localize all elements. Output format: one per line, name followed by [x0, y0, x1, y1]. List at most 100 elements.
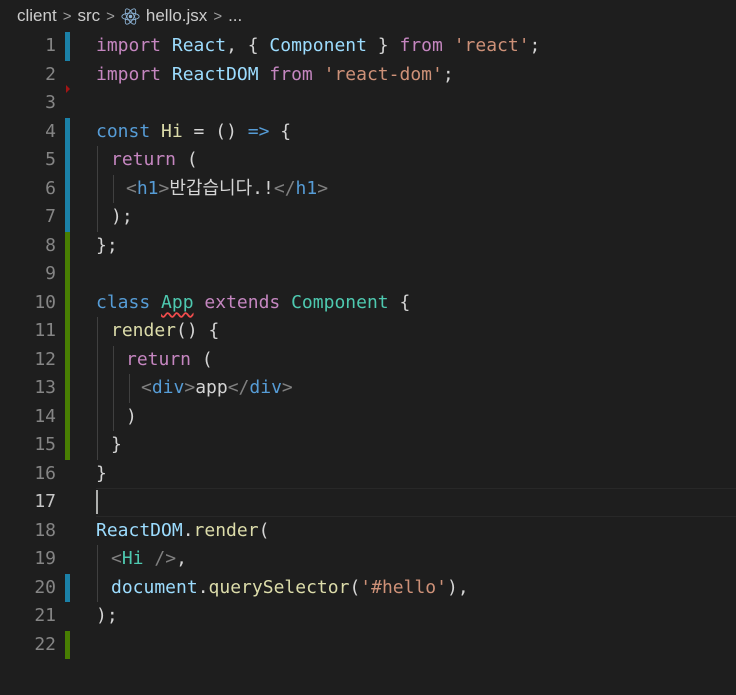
git-modified-marker[interactable]: [65, 573, 70, 602]
code-text[interactable]: render() {: [111, 317, 219, 346]
line-number: 10: [34, 291, 56, 313]
code-text[interactable]: <Hi />,: [111, 545, 187, 574]
indent-guide: [97, 174, 98, 203]
git-added-marker[interactable]: [65, 317, 70, 346]
git-deleted-marker-icon[interactable]: [66, 85, 70, 93]
code-line[interactable]: 20 document.querySelector('#hello'),: [0, 573, 736, 603]
react-icon: [121, 7, 140, 26]
code-line[interactable]: 2 import ReactDOM from 'react-dom';: [0, 61, 736, 90]
code-text[interactable]: const Hi = () => {: [96, 118, 291, 147]
line-number: 6: [45, 177, 56, 199]
breadcrumb-item-more[interactable]: ...: [228, 6, 242, 26]
code-line[interactable]: 4 const Hi = () => {: [0, 117, 736, 147]
code-line[interactable]: 13 <div>app</div>: [0, 374, 736, 403]
code-line[interactable]: 7);: [0, 203, 736, 232]
indent-guide: [113, 345, 114, 374]
code-line[interactable]: 18 ReactDOM.render(: [0, 517, 736, 546]
code-line[interactable]: 10 class App extends Component {: [0, 288, 736, 318]
line-number: 2: [45, 63, 56, 85]
indent-guide: [97, 402, 98, 431]
code-line[interactable]: 21);: [0, 602, 736, 631]
code-text[interactable]: import React, { Component } from 'react'…: [96, 32, 540, 61]
code-text[interactable]: }: [111, 431, 122, 460]
code-line[interactable]: 19 <Hi />,: [0, 545, 736, 574]
code-line[interactable]: 8};: [0, 231, 736, 261]
code-text[interactable]: }: [96, 460, 107, 489]
breadcrumb: client > src > hello.jsx > ...: [0, 0, 736, 32]
line-number: 9: [45, 263, 56, 284]
git-added-marker[interactable]: [65, 402, 70, 431]
line-number: 1: [45, 35, 56, 56]
breadcrumb-item-file[interactable]: hello.jsx: [146, 6, 207, 26]
indent-guide: [97, 317, 98, 346]
line-number: 11: [34, 320, 56, 341]
current-line-highlight: [96, 488, 736, 517]
code-line[interactable]: 15}: [0, 431, 736, 460]
git-modified-marker[interactable]: [65, 146, 70, 175]
code-text[interactable]: document.querySelector('#hello'),: [111, 574, 469, 603]
code-line[interactable]: 11 render() {: [0, 317, 736, 346]
line-number: 7: [45, 206, 56, 227]
indent-guide: [97, 374, 98, 403]
indent-guide: [113, 402, 114, 431]
line-number: 19: [34, 548, 56, 569]
code-text[interactable]: <h1>반갑습니다.!</h1>: [126, 175, 328, 204]
code-text[interactable]: ): [126, 403, 137, 432]
code-text[interactable]: class App extends Component {: [96, 289, 410, 318]
code-text[interactable]: );: [96, 602, 118, 631]
code-text[interactable]: <div>app</div>: [141, 374, 293, 403]
git-added-marker[interactable]: [65, 288, 70, 317]
text-cursor: [96, 490, 98, 514]
code-text[interactable]: };: [96, 232, 118, 261]
indent-guide: [97, 573, 98, 602]
code-line[interactable]: 16}: [0, 460, 736, 489]
code-text[interactable]: );: [111, 203, 133, 232]
git-added-marker[interactable]: [65, 630, 70, 659]
line-number: 3: [45, 92, 56, 113]
git-modified-marker[interactable]: [65, 117, 70, 146]
chevron-right-icon: >: [213, 7, 223, 25]
git-added-marker[interactable]: [65, 260, 70, 289]
line-number: 21: [34, 605, 56, 626]
breadcrumb-item-client[interactable]: client: [17, 6, 57, 26]
line-number: 20: [34, 576, 56, 598]
line-number: 16: [34, 462, 56, 484]
git-modified-marker[interactable]: [65, 203, 70, 232]
git-added-marker[interactable]: [65, 345, 70, 374]
code-line[interactable]: 3: [0, 85, 736, 118]
code-line[interactable]: 17: [0, 488, 736, 517]
line-number: 8: [45, 234, 56, 256]
indent-guide: [129, 374, 130, 403]
code-line[interactable]: 12 return (: [0, 345, 736, 375]
git-modified-marker[interactable]: [65, 32, 70, 61]
indent-guide: [113, 174, 114, 203]
line-number: 15: [34, 434, 56, 455]
indent-guide: [97, 203, 98, 232]
line-number: 12: [34, 348, 56, 370]
indent-guide: [97, 431, 98, 460]
line-number: 5: [45, 149, 56, 170]
code-line[interactable]: 9: [0, 260, 736, 289]
line-number: 17: [34, 491, 56, 512]
code-line[interactable]: 22: [0, 630, 736, 659]
breadcrumb-item-src[interactable]: src: [77, 6, 100, 26]
code-line[interactable]: 14): [0, 402, 736, 432]
code-text[interactable]: import ReactDOM from 'react-dom';: [96, 61, 454, 90]
git-modified-marker[interactable]: [65, 174, 70, 203]
indent-guide: [97, 146, 98, 175]
code-line[interactable]: 1 import React, { Component } from 'react…: [0, 32, 736, 61]
line-number: 22: [34, 633, 56, 655]
code-text[interactable]: return (: [126, 346, 213, 375]
code-text[interactable]: return (: [111, 146, 198, 175]
code-text[interactable]: ReactDOM.render(: [96, 517, 269, 546]
code-editor[interactable]: 1 import React, { Component } from 'react…: [0, 32, 736, 659]
git-added-marker[interactable]: [65, 431, 70, 460]
git-added-marker[interactable]: [65, 231, 70, 260]
chevron-right-icon: >: [106, 7, 115, 25]
git-added-marker[interactable]: [65, 374, 70, 403]
line-number: 13: [34, 377, 56, 398]
indent-guide: [97, 345, 98, 374]
indent-guide: [113, 374, 114, 403]
code-line[interactable]: 5 return (: [0, 146, 736, 175]
code-line[interactable]: 6 <h1>반갑습니다.!</h1>: [0, 174, 736, 204]
